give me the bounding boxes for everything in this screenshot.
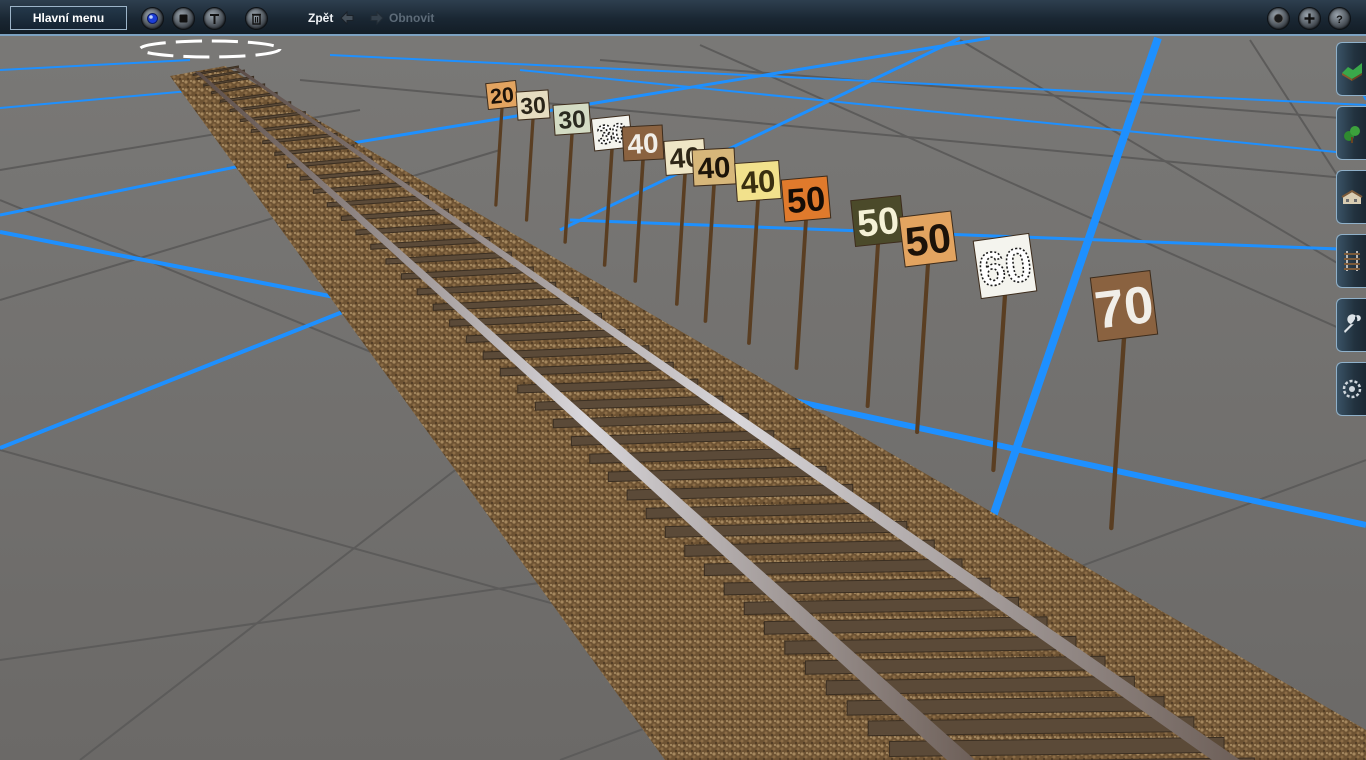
track-icon [1344, 251, 1360, 271]
top-toolbar: Hlavní menu Zpět Obnovit ? [0, 0, 1366, 36]
help-button[interactable]: ? [1328, 7, 1351, 30]
buildings-tab[interactable] [1336, 170, 1366, 224]
redo-button: Obnovit [389, 11, 435, 25]
trees-tab[interactable] [1336, 106, 1366, 160]
gear-icon [1342, 379, 1362, 399]
settings-tab[interactable] [1336, 362, 1366, 416]
3d-scene[interactable]: 20 3030 3040 4040 40 50 50 50 6070 [0, 0, 1366, 760]
sign-value: 30 [558, 106, 587, 135]
globe-button[interactable] [141, 7, 164, 30]
track-tab[interactable] [1336, 234, 1366, 288]
add-icon [1304, 13, 1315, 24]
sign-value: 40 [740, 163, 777, 200]
redo-arrow-icon [370, 10, 384, 26]
sign-value: 40 [697, 151, 732, 186]
sign-value: 40 [627, 127, 660, 160]
camera-button[interactable] [1267, 7, 1290, 30]
sign-value: 70 [1092, 275, 1157, 341]
svg-text:?: ? [1336, 14, 1343, 26]
camera-icon [1273, 13, 1284, 24]
tool-button[interactable] [203, 7, 226, 30]
sign-value: 50 [903, 214, 954, 265]
main-menu-button[interactable]: Hlavní menu [10, 6, 127, 30]
stop-button[interactable] [172, 7, 195, 30]
terrain-tab[interactable] [1336, 42, 1366, 96]
sign-value: 20 [489, 83, 515, 109]
world-viewport[interactable]: 20 30 30 30 40 40 40 40 50 50 50 60 70 Hlavní menu [0, 0, 1366, 760]
wrench-icon [1344, 314, 1361, 333]
tree-icon [1344, 126, 1360, 143]
tools-tab[interactable] [1336, 298, 1366, 352]
add-button[interactable] [1298, 7, 1321, 30]
sign-value: 30 [519, 92, 546, 120]
terrain-icon [1342, 63, 1362, 81]
stop-icon [179, 14, 188, 23]
tool-icon [210, 14, 219, 24]
sign-value: 50 [855, 199, 901, 245]
trash-icon [252, 13, 261, 25]
help-icon: ? [1336, 14, 1343, 26]
sign-value: 60 [975, 238, 1035, 298]
sign-value: 50 [785, 180, 826, 221]
delete-button[interactable] [245, 7, 268, 30]
building-icon [1341, 189, 1363, 204]
undo-arrow-icon[interactable] [339, 10, 355, 26]
globe-icon [147, 13, 158, 24]
undo-button[interactable]: Zpět [308, 11, 333, 25]
